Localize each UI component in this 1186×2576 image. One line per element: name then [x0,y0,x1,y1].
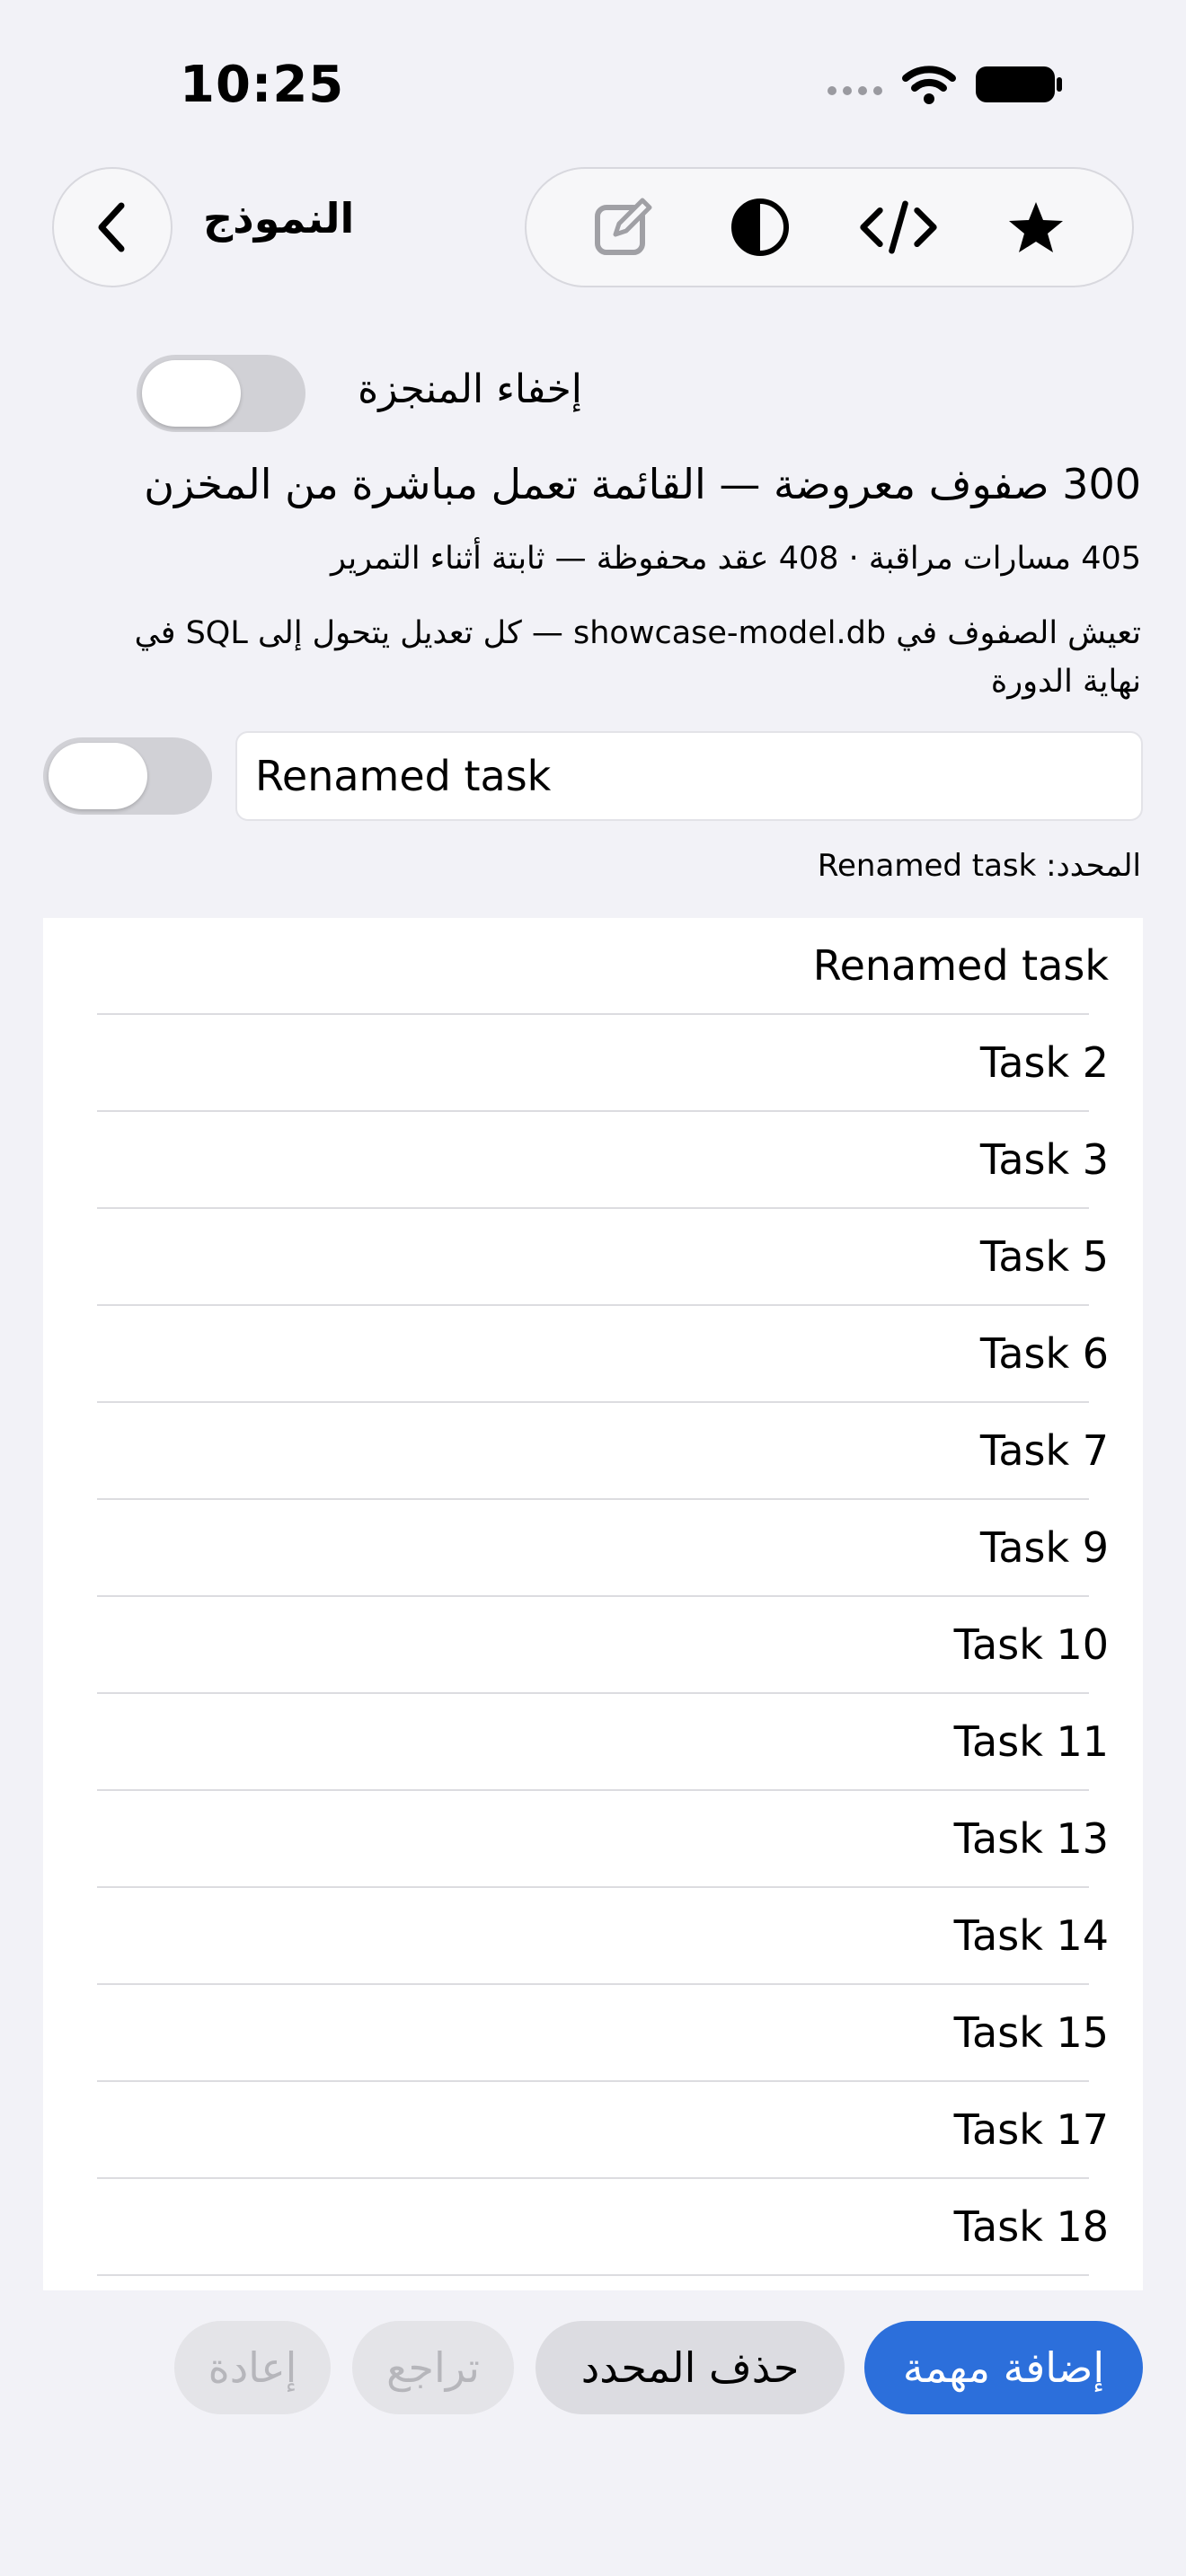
task-label: Task 18 [953,2202,1109,2251]
task-row[interactable]: Task 18 [43,2179,1143,2276]
selected-label: المحدد: Renamed task [817,848,1141,884]
task-label: Task 6 [979,1329,1109,1378]
task-label: Task 2 [979,1038,1109,1087]
task-label: Task 15 [953,2008,1109,2057]
task-label: Task 7 [979,1426,1109,1475]
back-button[interactable] [52,167,173,287]
task-row[interactable]: Task 10 [43,1597,1143,1694]
task-label: Renamed task [812,941,1109,990]
row-divider [97,2274,1089,2276]
stats-text: 405 مسارات مراقبة · 408 عقد محفوظة — ثاب… [331,541,1141,577]
compose-icon [594,198,652,255]
task-row[interactable]: Renamed task [43,918,1143,1015]
task-label: Task 3 [979,1135,1109,1184]
task-row[interactable]: Task 6 [43,1306,1143,1403]
task-row[interactable]: Task 17 [43,2082,1143,2179]
task-row[interactable]: Task 9 [43,1500,1143,1597]
signal-dots-icon [828,86,882,95]
task-row[interactable]: Task 15 [43,1985,1143,2082]
wifi-icon [902,66,956,104]
undo-button[interactable]: تراجع [352,2321,514,2414]
task-name-input[interactable] [235,731,1143,821]
task-label: Task 17 [953,2105,1109,2154]
task-label: Task 5 [979,1232,1109,1281]
task-label: Task 13 [953,1814,1109,1863]
star-icon [1009,202,1064,252]
contrast-button[interactable] [720,187,801,268]
code-icon [860,200,937,254]
rows-headline: 300 صفوف معروضة — القائمة تعمل مباشرة من… [144,460,1141,508]
task-label: Task 10 [953,1620,1109,1669]
task-row[interactable]: Task 3 [43,1112,1143,1209]
hide-completed-label: إخفاء المنجزة [358,366,582,412]
task-row[interactable]: Task 7 [43,1403,1143,1500]
task-label: Task 14 [953,1911,1109,1960]
task-label: Task 11 [953,1717,1109,1766]
task-row[interactable]: Task 13 [43,1791,1143,1888]
toolbar [525,167,1134,287]
redo-button[interactable]: إعادة [174,2321,331,2414]
task-row[interactable]: Task 2 [43,1015,1143,1112]
task-row[interactable]: Task 11 [43,1694,1143,1791]
status-time: 10:25 [180,56,345,114]
compose-button[interactable] [582,187,663,268]
toggle-knob [49,743,147,809]
task-list: Renamed task Task 2 Task 3 Task 5 Task 6 Task… [43,918,1143,2290]
favorite-button[interactable] [996,187,1076,268]
task-row[interactable]: Task 5 [43,1209,1143,1306]
task-label: Task 9 [979,1523,1109,1572]
task-row[interactable]: Task 14 [43,1888,1143,1985]
battery-icon [976,66,1062,102]
contrast-icon [731,198,790,256]
chevron-left-icon [98,202,125,252]
task-done-toggle[interactable] [43,737,212,815]
storage-description: تعيش الصفوف في showcase-model.db — كل تع… [134,615,1141,700]
hide-completed-toggle[interactable] [137,355,305,432]
add-task-button[interactable]: إضافة مهمة [864,2321,1143,2414]
page-title: النموذج [203,194,355,243]
toggle-knob [142,360,241,427]
status-icons [828,63,1064,106]
code-button[interactable] [858,187,939,268]
delete-selected-button[interactable]: حذف المحدد [535,2321,845,2414]
